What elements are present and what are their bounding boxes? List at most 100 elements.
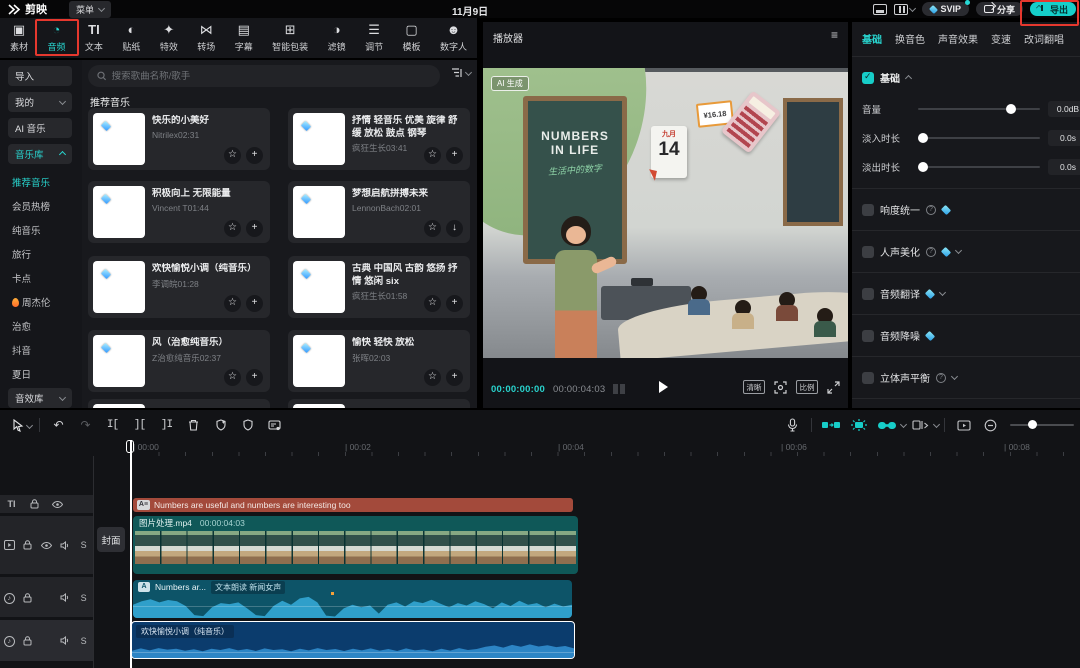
- filter-button[interactable]: [452, 68, 471, 78]
- menu-button[interactable]: 菜单: [69, 1, 111, 18]
- video-clip[interactable]: 图片处理.mp4 00:00:04:03: [133, 516, 578, 574]
- tab-filters[interactable]: ◑滤镜: [328, 23, 346, 53]
- category-douyin[interactable]: 抖音: [0, 338, 82, 362]
- add-button[interactable]: +: [446, 369, 463, 386]
- hide-icon[interactable]: [37, 542, 56, 549]
- favorite-button[interactable]: ☆: [224, 295, 241, 312]
- category-travel[interactable]: 旅行: [0, 242, 82, 266]
- solo-icon[interactable]: S: [74, 636, 93, 646]
- tab-basic[interactable]: 基础: [862, 31, 882, 46]
- lock-icon[interactable]: [23, 499, 46, 509]
- music-card[interactable]: [88, 399, 270, 408]
- search-input[interactable]: [112, 71, 431, 82]
- tab-captions[interactable]: ▤字幕: [235, 23, 253, 53]
- tab-effects[interactable]: ✦特效: [160, 23, 178, 53]
- quality-button[interactable]: 清晰: [743, 380, 765, 394]
- text-clip[interactable]: A≡ Numbers are useful and numbers are in…: [133, 498, 573, 512]
- preview-axis-button[interactable]: [910, 417, 930, 433]
- info-icon[interactable]: [926, 205, 936, 215]
- slider-thumb[interactable]: [918, 133, 928, 143]
- zoom-out-button[interactable]: [977, 410, 1004, 440]
- category-healing[interactable]: 治愈: [0, 314, 82, 338]
- split-right-button[interactable]: ]I: [153, 410, 180, 440]
- cover-button[interactable]: 封面: [97, 527, 125, 552]
- ratio-button[interactable]: 比例: [796, 380, 818, 394]
- video-preview[interactable]: NUMBERS IN LIFE 生活中的数字 九月 14 ¥16.18 AI 生…: [483, 68, 848, 358]
- favorite-button[interactable]: ☆: [224, 220, 241, 237]
- export-button[interactable]: 导出: [1030, 2, 1076, 16]
- share-button[interactable]: 分享: [976, 2, 1023, 16]
- music-card[interactable]: 愉快 轻快 放松 张晖02:03 ☆+: [288, 330, 470, 392]
- undo-button[interactable]: ↶: [45, 410, 72, 440]
- tab-text[interactable]: TI文本: [85, 23, 103, 53]
- playhead[interactable]: [130, 440, 132, 668]
- tab-audio[interactable]: ◔音频: [47, 23, 65, 53]
- preview-focus-icon[interactable]: [774, 381, 787, 394]
- split-left-button[interactable]: ][: [126, 410, 153, 440]
- info-icon[interactable]: [936, 373, 946, 383]
- download-button[interactable]: ↓: [446, 220, 463, 237]
- tab-lyrics-remake[interactable]: 改词翻唱: [1024, 31, 1064, 46]
- favorite-button[interactable]: ☆: [424, 220, 441, 237]
- fade-out-value[interactable]: 0.0s: [1048, 159, 1080, 175]
- music-card[interactable]: 梦想启航拼搏未来 LennonBach02:01 ☆↓: [288, 181, 470, 243]
- add-button[interactable]: +: [246, 295, 263, 312]
- search-bar[interactable]: [88, 65, 440, 87]
- lock-icon[interactable]: [19, 636, 38, 646]
- slider-thumb[interactable]: [918, 162, 928, 172]
- mute-icon[interactable]: [56, 541, 75, 550]
- music-card[interactable]: 积极向上 无限能量 Vincent T01:44 ☆+: [88, 181, 270, 243]
- fade-in-value[interactable]: 0.0s: [1048, 130, 1080, 146]
- playhead-handle[interactable]: [126, 440, 134, 453]
- chevron-down-icon[interactable]: [951, 373, 958, 380]
- linked-toggle[interactable]: [877, 417, 897, 433]
- fade-in-slider[interactable]: [918, 137, 1040, 139]
- category-jay-chou[interactable]: 周杰伦: [0, 290, 82, 314]
- tab-voice-change[interactable]: 换音色: [895, 31, 925, 46]
- tab-sound-effects[interactable]: 声音效果: [938, 31, 978, 46]
- solo-icon[interactable]: S: [74, 593, 93, 603]
- sidenav-import[interactable]: 导入: [8, 66, 72, 86]
- voiceover-clip[interactable]: A Numbers ar... 文本朗读 新闻女声: [133, 580, 572, 618]
- voice-beautify-checkbox[interactable]: [862, 246, 874, 258]
- svip-button[interactable]: SVIP: [922, 2, 969, 16]
- category-summer[interactable]: 夏日: [0, 362, 82, 386]
- slider-thumb[interactable]: [1006, 104, 1016, 114]
- basic-checkbox[interactable]: [862, 72, 874, 84]
- favorite-button[interactable]: ☆: [224, 369, 241, 386]
- add-button[interactable]: +: [246, 369, 263, 386]
- lock-icon[interactable]: [19, 593, 38, 603]
- slider-thumb[interactable]: [1028, 420, 1037, 429]
- frames-icon[interactable]: [613, 384, 627, 394]
- tab-speed[interactable]: 变速: [991, 31, 1011, 46]
- mask-add-button[interactable]: [207, 410, 234, 440]
- hide-icon[interactable]: [46, 501, 69, 508]
- player-menu-icon[interactable]: ≡: [831, 28, 838, 42]
- favorite-button[interactable]: ☆: [424, 295, 441, 312]
- chevron-down-icon[interactable]: [933, 420, 940, 427]
- auto-attach-toggle[interactable]: [821, 417, 841, 433]
- music-card[interactable]: [288, 399, 470, 408]
- record-voiceover-button[interactable]: [779, 410, 806, 440]
- mask-button[interactable]: [234, 410, 261, 440]
- stereo-balance-checkbox[interactable]: [862, 372, 874, 384]
- redo-button[interactable]: ↷: [72, 410, 99, 440]
- solo-icon[interactable]: S: [74, 540, 93, 550]
- panel-layout-icon[interactable]: [873, 4, 887, 15]
- play-button[interactable]: [659, 381, 668, 393]
- mute-icon[interactable]: [56, 593, 75, 602]
- add-button[interactable]: +: [446, 295, 463, 312]
- chevron-down-icon[interactable]: [26, 421, 33, 428]
- collapse-icon[interactable]: [905, 74, 912, 81]
- layout-switch-button[interactable]: [894, 4, 915, 15]
- tab-smart-pack[interactable]: ⊞智能包装: [272, 23, 308, 53]
- category-pure-music[interactable]: 纯音乐: [0, 218, 82, 242]
- chevron-down-icon[interactable]: [939, 289, 946, 296]
- audio-translate-checkbox[interactable]: [862, 288, 874, 300]
- category-recommended[interactable]: 推荐音乐: [0, 170, 82, 194]
- render-preview-button[interactable]: [950, 410, 977, 440]
- tab-media[interactable]: ▣素材: [10, 23, 28, 53]
- tab-templates[interactable]: ▢模板: [403, 23, 421, 53]
- chevron-down-icon[interactable]: [955, 247, 962, 254]
- music-clip-selected[interactable]: 欢快愉悦小调（纯音乐）: [131, 621, 575, 659]
